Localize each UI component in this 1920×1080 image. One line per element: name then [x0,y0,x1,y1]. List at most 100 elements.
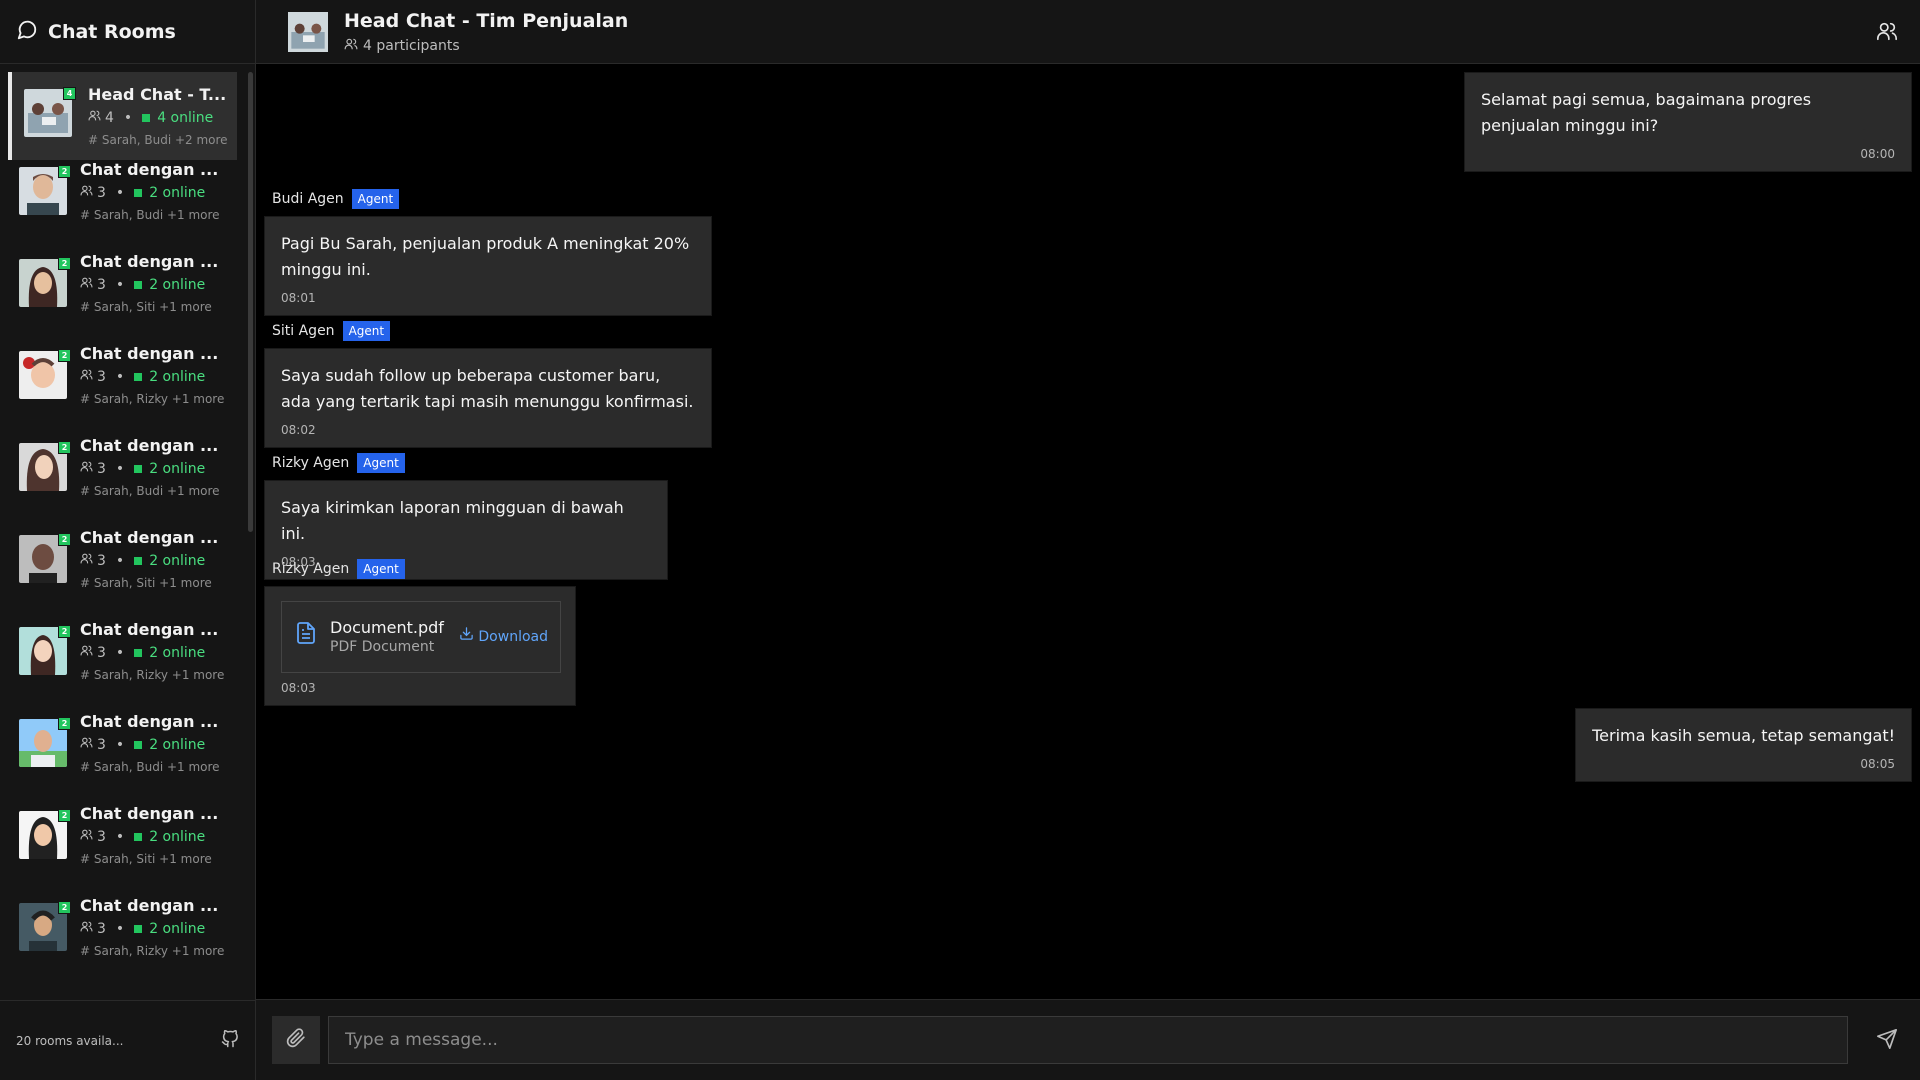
role-badge: Agent [357,559,405,579]
download-button[interactable]: Download [459,624,548,650]
room-online-count: 2 online [149,828,206,845]
room-item[interactable]: 2 Chat dengan ... 3 • 2 online # Sarah, … [0,239,242,327]
room-avatar-wrap: 2 [19,441,71,491]
room-participant-count: 3 [97,644,106,661]
message-text: Pagi Bu Sarah, penjualan produk A mening… [281,234,690,279]
hash-icon: # [80,852,94,866]
online-count-badge: 2 [58,165,71,178]
separator-dot: • [115,644,125,661]
room-members-text: Sarah, Budi +1 more [93,484,220,498]
message-outgoing: Selamat pagi semua, bagaimana progres pe… [1464,72,1912,172]
room-item[interactable]: 2 Chat dengan ... 3 • 2 online # Sarah, … [0,147,242,235]
separator-dot: • [115,828,125,845]
room-members: # Sarah, Rizky +1 more [80,668,224,682]
room-participant-count: 3 [97,552,106,569]
room-meta: 3 • 2 online [80,736,205,753]
message-sender: Rizky Agen Agent [272,453,405,473]
room-list[interactable]: 4 Head Chat - T... 4 • 4 online # Sarah,… [0,64,255,1000]
room-name: Chat dengan ... [80,160,219,179]
room-meta: 4 • 4 online [88,109,213,126]
room-item[interactable]: 2 Chat dengan ... 3 • 2 online # Sarah, … [0,331,242,419]
users-icon [344,37,358,55]
room-members-text: Sarah, Budi +1 more [93,208,220,222]
room-name: Chat dengan ... [80,712,219,731]
message-time: 08:00 [1860,147,1895,161]
file-attachment[interactable]: Document.pdf PDF Document Download [281,601,561,673]
hash-icon: # [80,760,94,774]
room-members: # Sarah, Siti +1 more [80,300,212,314]
participants-button[interactable] [1876,20,1898,46]
online-indicator [134,280,143,289]
online-indicator [142,113,151,122]
room-online-count: 2 online [149,460,206,477]
online-count-badge: 2 [58,809,71,822]
message-outgoing: Terima kasih semua, tetap semangat! 08:0… [1575,708,1912,782]
message-incoming: Saya sudah follow up beberapa customer b… [264,348,712,448]
room-online-count: 2 online [149,276,206,293]
hash-icon: # [80,392,94,406]
github-icon[interactable] [221,1029,239,1052]
participants-count: 4 participants [363,38,460,54]
separator-dot: • [115,184,125,201]
room-members-text: Sarah, Siti +1 more [93,300,212,314]
room-participant-count: 3 [97,460,106,477]
room-members: # Sarah, Budi +1 more [80,208,220,222]
room-members: # Sarah, Budi +2 more [88,133,228,147]
message-time: 08:01 [281,291,316,305]
sidebar-title: Chat Rooms [48,20,176,43]
users-icon [80,276,93,293]
room-members-text: Sarah, Budi +2 more [101,133,228,147]
room-item[interactable]: 2 Chat dengan ... 3 • 2 online # Sarah, … [0,791,242,879]
sender-name: Budi Agen [272,191,344,207]
room-members: # Sarah, Budi +1 more [80,484,220,498]
attach-button[interactable] [272,1016,320,1064]
room-participant-count: 3 [97,736,106,753]
message-list[interactable]: Selamat pagi semua, bagaimana progres pe… [256,64,1920,999]
message-time: 08:02 [281,423,316,437]
online-indicator [134,648,143,657]
room-name: Chat dengan ... [80,436,219,455]
room-item[interactable]: 2 Chat dengan ... 3 • 2 online # Sarah, … [0,423,242,511]
room-name: Chat dengan ... [80,252,219,271]
download-label: Download [478,629,548,645]
room-name: Chat dengan ... [80,896,219,915]
room-item[interactable]: 2 Chat dengan ... 3 • 2 online # Sarah, … [0,883,242,971]
chat-app: Chat Rooms 4 Head Chat - T... 4 • 4 onli… [0,0,1920,1080]
room-meta: 3 • 2 online [80,644,205,661]
online-indicator [134,556,143,565]
room-online-count: 2 online [149,644,206,661]
sidebar-footer: 20 rooms availa... [0,1000,255,1080]
hash-icon: # [80,944,94,958]
rooms-count: 20 rooms availa... [16,1033,124,1048]
send-button[interactable] [1876,1028,1898,1054]
role-badge: Agent [351,189,400,209]
room-name: Chat dengan ... [80,804,219,823]
room-online-count: 2 online [149,920,206,937]
room-item[interactable]: 2 Chat dengan ... 3 • 2 online # Sarah, … [0,607,242,695]
separator-dot: • [115,736,125,753]
room-list-scrollbar[interactable] [248,72,253,532]
users-icon [80,920,93,937]
hash-icon: # [80,668,94,682]
room-meta: 3 • 2 online [80,920,205,937]
separator-dot: • [115,552,125,569]
paperclip-icon [286,1028,306,1052]
message-incoming: Pagi Bu Sarah, penjualan produk A mening… [264,216,712,316]
sender-name: Rizky Agen [272,561,350,577]
sender-name: Rizky Agen [272,455,350,471]
message-input[interactable] [328,1016,1848,1064]
room-item[interactable]: 2 Chat dengan ... 3 • 2 online # Sarah, … [0,515,242,603]
room-participant-count: 3 [97,920,106,937]
room-avatar-wrap: 2 [19,165,71,215]
room-meta: 3 • 2 online [80,552,205,569]
room-members: # Sarah, Siti +1 more [80,576,212,590]
room-avatar-wrap: 2 [19,349,71,399]
room-members: # Sarah, Budi +1 more [80,760,220,774]
online-indicator [134,372,143,381]
users-icon [80,736,93,753]
room-meta: 3 • 2 online [80,460,205,477]
send-icon [1876,1029,1898,1054]
users-icon [80,184,93,201]
message-text: Selamat pagi semua, bagaimana progres pe… [1481,90,1812,135]
room-item[interactable]: 2 Chat dengan ... 3 • 2 online # Sarah, … [0,699,242,787]
